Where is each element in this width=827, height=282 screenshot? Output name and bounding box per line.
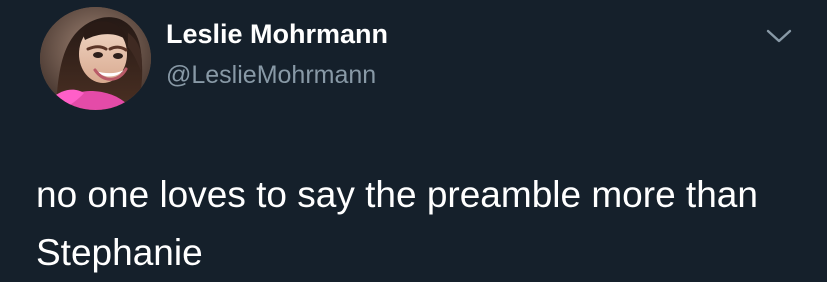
avatar-photo bbox=[40, 7, 151, 110]
author-display-name[interactable]: Leslie Mohrmann bbox=[166, 17, 388, 51]
tweet-text: no one loves to say the preamble more th… bbox=[36, 174, 758, 273]
author-handle[interactable]: @LeslieMohrmann bbox=[166, 59, 376, 91]
avatar[interactable] bbox=[40, 7, 151, 110]
tweet-card: Leslie Mohrmann @LeslieMohrmann no one l… bbox=[0, 0, 827, 275]
chevron-down-icon[interactable] bbox=[764, 24, 794, 46]
